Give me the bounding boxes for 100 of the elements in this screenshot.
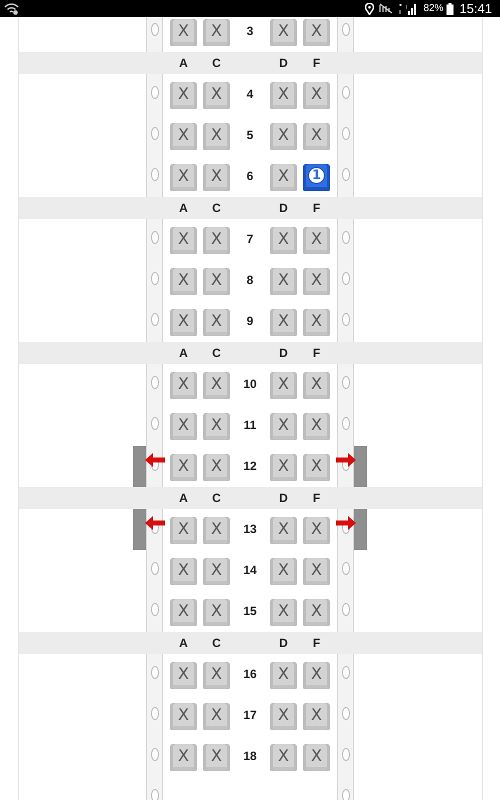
seat[interactable]: X <box>170 662 197 689</box>
seat[interactable]: X <box>303 454 330 481</box>
exit-arrow-icon <box>336 516 356 530</box>
signal-icon <box>398 2 418 14</box>
column-letter: C <box>212 346 221 360</box>
seat[interactable]: X <box>270 82 297 109</box>
seat[interactable]: X <box>270 744 297 771</box>
seat[interactable]: X <box>303 372 330 399</box>
column-letter: D <box>279 636 288 650</box>
seat[interactable]: X <box>203 19 230 46</box>
seat[interactable]: X <box>203 82 230 109</box>
column-letter: A <box>179 491 188 505</box>
seat[interactable]: X <box>303 123 330 150</box>
window-icon <box>342 376 350 389</box>
seat[interactable]: X <box>303 662 330 689</box>
seat[interactable]: X <box>203 309 230 336</box>
seat[interactable]: X <box>303 558 330 585</box>
seat[interactable]: X <box>203 662 230 689</box>
row-number: 3 <box>246 23 254 40</box>
seat[interactable]: X <box>203 413 230 440</box>
window-icon <box>342 86 350 99</box>
window-icon <box>342 272 350 285</box>
seat[interactable]: X <box>270 164 297 191</box>
window-icon <box>342 168 350 181</box>
seat[interactable]: X <box>170 744 197 771</box>
window-icon <box>150 707 158 720</box>
exit-door <box>354 446 367 487</box>
seat[interactable]: X <box>303 227 330 254</box>
window-icon <box>150 748 158 761</box>
seat[interactable]: X <box>203 703 230 730</box>
row-number: 6 <box>246 168 254 185</box>
seat[interactable]: X <box>270 517 297 544</box>
clock-time: 15:41 <box>459 1 492 16</box>
seat[interactable]: X <box>303 703 330 730</box>
window-icon <box>342 748 350 761</box>
window-icon <box>150 562 158 575</box>
seat[interactable]: X <box>170 517 197 544</box>
seat[interactable]: X <box>270 662 297 689</box>
row-number: 17 <box>243 707 257 724</box>
seat[interactable]: X <box>170 268 197 295</box>
row-number: 14 <box>243 562 257 579</box>
seat[interactable]: X <box>170 123 197 150</box>
seat[interactable]: X <box>203 372 230 399</box>
window-icon <box>150 231 158 244</box>
seat[interactable]: X <box>170 558 197 585</box>
column-letter: F <box>312 636 320 650</box>
seat[interactable]: X <box>270 19 297 46</box>
column-letter: D <box>279 201 288 215</box>
seat[interactable]: X <box>203 599 230 626</box>
column-letter: C <box>212 56 221 70</box>
seat[interactable]: X <box>303 413 330 440</box>
seat[interactable]: X <box>303 309 330 336</box>
seat[interactable]: X <box>203 164 230 191</box>
seat[interactable]: 1 <box>303 164 330 191</box>
seat[interactable]: X <box>270 454 297 481</box>
column-letter: D <box>279 56 288 70</box>
seat[interactable]: X <box>170 372 197 399</box>
seat[interactable]: X <box>170 599 197 626</box>
seat[interactable]: X <box>270 558 297 585</box>
seat[interactable]: X <box>170 164 197 191</box>
row-number: 16 <box>243 666 257 683</box>
seat[interactable]: X <box>203 268 230 295</box>
seat[interactable]: X <box>170 227 197 254</box>
row-number: 10 <box>243 376 257 393</box>
seat[interactable]: X <box>170 309 197 336</box>
seat[interactable]: X <box>203 558 230 585</box>
window-icon <box>150 666 158 679</box>
seat[interactable]: X <box>270 309 297 336</box>
seat[interactable]: X <box>270 599 297 626</box>
column-letter: F <box>312 201 320 215</box>
column-letter: A <box>179 636 188 650</box>
window-icon <box>150 168 158 181</box>
window-icon <box>150 86 158 99</box>
seat[interactable]: X <box>270 703 297 730</box>
seat[interactable]: X <box>170 413 197 440</box>
seat[interactable]: X <box>303 82 330 109</box>
seat[interactable]: X <box>203 454 230 481</box>
seat[interactable]: X <box>270 227 297 254</box>
seat[interactable]: X <box>170 454 197 481</box>
seat[interactable]: X <box>270 413 297 440</box>
seat[interactable]: X <box>270 123 297 150</box>
seat[interactable]: X <box>303 517 330 544</box>
seat[interactable]: X <box>303 268 330 295</box>
seat[interactable]: X <box>203 227 230 254</box>
seat[interactable]: X <box>303 19 330 46</box>
seat[interactable]: X <box>170 703 197 730</box>
seat[interactable]: X <box>303 744 330 771</box>
seat[interactable]: X <box>270 372 297 399</box>
seat[interactable]: X <box>270 268 297 295</box>
mute-icon <box>379 3 394 14</box>
seat[interactable]: X <box>170 19 197 46</box>
seat[interactable]: X <box>303 599 330 626</box>
seat[interactable]: X <box>203 517 230 544</box>
seat[interactable]: X <box>170 82 197 109</box>
exit-door <box>354 509 367 550</box>
row-number: 4 <box>246 86 254 103</box>
wifi-icon <box>4 2 19 14</box>
seat[interactable]: X <box>203 744 230 771</box>
row-number: 15 <box>243 603 257 620</box>
seat[interactable]: X <box>203 123 230 150</box>
